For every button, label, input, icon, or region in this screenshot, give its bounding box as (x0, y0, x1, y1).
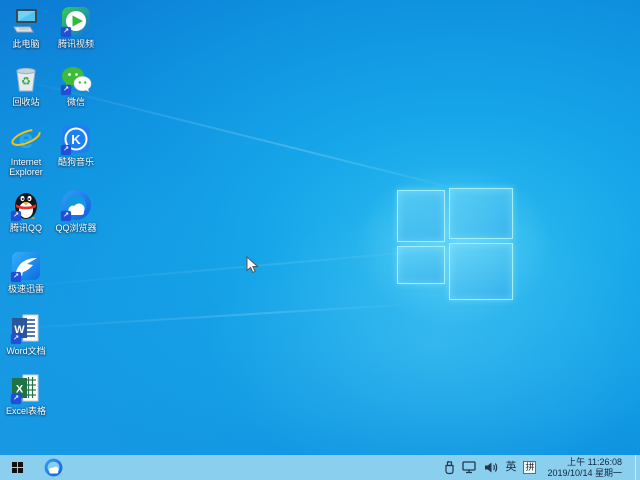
desktop-icon-label: 此电脑 (3, 39, 49, 49)
windows-logo-pane (449, 188, 513, 239)
tencent-video-icon: ↗ (60, 5, 92, 37)
windows-logo-pane (397, 190, 445, 242)
kugou-music-icon: K ↗ (60, 123, 92, 155)
desktop-icon-label: QQ浏览器 (53, 223, 99, 233)
desktop-icon-label: Internet Explorer (3, 157, 49, 177)
shortcut-arrow-icon: ↗ (11, 334, 21, 344)
clock-time: 上午 11:26:08 (547, 457, 622, 468)
shortcut-arrow-icon: ↗ (11, 211, 21, 221)
wechat-icon: ↗ (60, 63, 92, 95)
ime-indicator[interactable]: 拼 (523, 461, 536, 474)
show-desktop-button[interactable] (635, 455, 640, 480)
desktop-icon-label: 回收站 (3, 97, 49, 107)
shortcut-arrow-icon: ↗ (11, 394, 21, 404)
windows-logo-pane (449, 243, 513, 300)
desktop-icon-kugou-music[interactable]: K ↗ 酷狗音乐 (53, 123, 99, 167)
start-button[interactable] (4, 455, 30, 480)
desktop-icon-label: 极速迅雷 (3, 284, 49, 294)
qq-penguin-icon: ↗ (10, 189, 42, 221)
this-pc-icon (10, 5, 42, 37)
language-indicator[interactable]: 英 (505, 455, 516, 480)
excel-icon: X ↗ (10, 372, 42, 404)
shortcut-arrow-icon: ↗ (11, 272, 21, 282)
svg-text:e: e (18, 124, 33, 154)
desktop-icon-excel-sheet[interactable]: X ↗ Excel表格 (3, 372, 49, 416)
desktop-icon-xunlei-speed[interactable]: ↗ 极速迅雷 (3, 250, 49, 294)
xunlei-bird-icon: ↗ (10, 250, 42, 282)
taskbar[interactable]: 英 拼 上午 11:26:08 2019/10/14 星期一 (0, 455, 640, 480)
shortcut-arrow-icon: ↗ (61, 211, 71, 221)
desktop-icon-word-doc[interactable]: W ↗ Word文档 (3, 312, 49, 356)
windows-logo-pane (397, 246, 445, 284)
desktop-icon-label: Word文档 (3, 346, 49, 356)
desktop-icon-label: 腾讯视频 (53, 39, 99, 49)
desktop-icon-label: 酷狗音乐 (53, 157, 99, 167)
safely-remove-hardware-icon[interactable] (444, 461, 455, 475)
svg-text:K: K (71, 132, 81, 147)
qq-browser-icon: ↗ (60, 189, 92, 221)
network-icon[interactable] (462, 461, 477, 474)
clock-date: 2019/10/14 星期一 (547, 468, 622, 479)
shortcut-arrow-icon: ↗ (61, 85, 71, 95)
recycle-bin-icon: ♻ (10, 63, 42, 95)
desktop-icon-recycle-bin[interactable]: ♻ 回收站 (3, 63, 49, 107)
volume-icon[interactable] (484, 461, 498, 474)
wallpaper-light-ray (0, 248, 448, 292)
word-icon: W ↗ (10, 312, 42, 344)
taskbar-item-qq-browser[interactable] (40, 455, 66, 480)
desktop-icon-wechat[interactable]: ↗ 微信 (53, 63, 99, 107)
desktop-wallpaper[interactable]: 此电脑 ♻ 回收站 e Internet Explorer (0, 0, 640, 480)
desktop-icon-label: 腾讯QQ (3, 223, 49, 233)
desktop-icon-tencent-qq[interactable]: ↗ 腾讯QQ (3, 189, 49, 233)
shortcut-arrow-icon: ↗ (61, 27, 71, 37)
taskbar-clock[interactable]: 上午 11:26:08 2019/10/14 星期一 (547, 457, 622, 479)
shortcut-arrow-icon: ↗ (61, 145, 71, 155)
svg-text:♻: ♻ (21, 76, 31, 88)
qq-browser-taskbar-icon (44, 458, 63, 477)
desktop-icon-label: 微信 (53, 97, 99, 107)
windows-start-icon (12, 462, 23, 473)
desktop-icon-qq-browser[interactable]: ↗ QQ浏览器 (53, 189, 99, 233)
desktop-icon-label: Excel表格 (3, 406, 49, 416)
desktop-icon-tencent-video[interactable]: ↗ 腾讯视频 (53, 5, 99, 49)
desktop-icon-internet-explorer[interactable]: e Internet Explorer (3, 123, 49, 177)
system-tray: 英 拼 上午 11:26:08 2019/10/14 星期一 (444, 455, 640, 480)
internet-explorer-icon: e (10, 123, 42, 155)
wallpaper-light-ray (0, 304, 400, 332)
desktop-icon-this-pc[interactable]: 此电脑 (3, 5, 49, 49)
